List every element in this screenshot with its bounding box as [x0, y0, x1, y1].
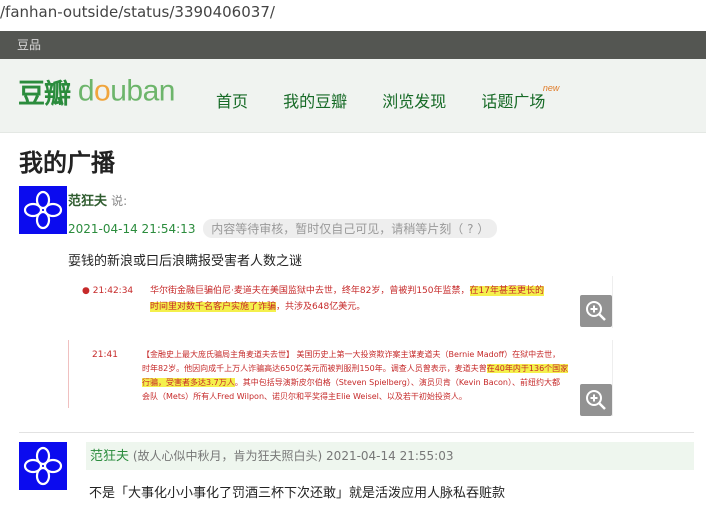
browser-url-bar[interactable]: /fanhan-outside/status/3390406037/	[0, 0, 706, 30]
clover-icon	[23, 190, 63, 230]
said-label: 说:	[111, 194, 128, 208]
status-image[interactable]: 21:41 【金融史上最大庞氏骗局主角麦道夫去世】 美国历史上第一大投资欺诈案主…	[68, 340, 613, 416]
douban-logo[interactable]: 豆瓣 douban	[18, 72, 175, 116]
status-timestamp[interactable]: 2021-04-14 21:54:13	[68, 222, 195, 236]
clover-icon	[23, 446, 63, 486]
reshared-status-header: 范狂夫 (故人心似中秋月，肯为狂夫照白头) 2021-04-14 21:55:0…	[86, 442, 694, 470]
site-nav-links: 首页 我的豆瓣 浏览发现 话题广场 new	[216, 83, 575, 112]
news-line-1: 华尔街金融巨骗伯尼·麦道夫在美国监狱中去世，终年82岁，曾被判150年监禁，在1…	[150, 286, 544, 296]
zoom-in-icon	[586, 301, 606, 321]
pending-review-badge[interactable]: 内容等待审核，暂时仅自己可见，请稍等片刻（ ? ）	[203, 219, 498, 238]
logo-en-text: douban	[70, 74, 176, 108]
author-link[interactable]: 范狂夫	[68, 194, 107, 209]
url-text: /fanhan-outside/status/3390406037/	[0, 3, 275, 21]
news-line-3: 行骗，受害者多达3.7万人。其中包括导演斯皮尔伯格（Steven Spielbe…	[142, 378, 560, 387]
zoom-button[interactable]	[580, 384, 612, 416]
news-line-1: 【金融史上最大庞氏骗局主角麦道夫去世】 美国历史上第一大投资欺诈案主谋麦道夫（B…	[142, 350, 561, 359]
status-divider	[19, 432, 694, 433]
site-nav: 豆瓣 douban 首页 我的豆瓣 浏览发现 话题广场 new	[0, 59, 706, 133]
nav-link-explore[interactable]: 浏览发现	[382, 92, 446, 111]
logo-cn-text: 豆瓣	[18, 79, 71, 110]
status-image[interactable]: ● 21:42:34 华尔街金融巨骗伯尼·麦道夫在美国监狱中去世，终年82岁，曾…	[68, 276, 613, 328]
zoom-in-icon	[586, 390, 606, 410]
global-nav-item-doupin[interactable]: 豆品	[17, 31, 41, 59]
nav-link-topics-label: 话题广场	[481, 92, 546, 111]
page-title: 我的广播	[19, 149, 115, 177]
news-line-4: 会队（Mets）所有人Fred Wilpon、诺贝尔和平奖得主Elie Weis…	[142, 392, 467, 401]
avatar[interactable]	[19, 186, 67, 234]
news-border	[68, 340, 69, 408]
author-signature: (故人心似中秋月，肯为狂夫照白头)	[132, 449, 323, 463]
avatar[interactable]	[19, 442, 67, 490]
news-line-2: 时年82岁。他因向成千上万人诈骗高达650亿美元而被判服刑150年。调查人员曾表…	[142, 364, 569, 373]
news-time: 21:41	[92, 350, 118, 360]
author-link[interactable]: 范狂夫	[90, 449, 129, 464]
zoom-button[interactable]	[580, 295, 612, 327]
status-text: 耍钱的新浪或曰后浪瞒报受害者人数之谜	[68, 254, 303, 269]
nav-link-topics[interactable]: 话题广场 new	[481, 83, 559, 111]
news-line-2: 时间里对数千名客户实施了诈骗，共涉及648亿美元。	[150, 302, 366, 312]
nav-link-home[interactable]: 首页	[216, 92, 248, 111]
status-timestamp[interactable]: 2021-04-14 21:55:03	[326, 449, 453, 463]
new-badge: new	[542, 83, 560, 93]
status-header: 范狂夫 说:	[68, 190, 127, 209]
nav-link-my-douban[interactable]: 我的豆瓣	[283, 92, 347, 111]
status-meta: 2021-04-14 21:54:13 内容等待审核，暂时仅自己可见，请稍等片刻…	[68, 219, 498, 238]
news-time: ● 21:42:34	[82, 286, 134, 296]
global-nav: 豆品	[0, 31, 706, 59]
status-text: 不是「大事化小小事化了罚酒三杯下次还敢」就是活泼应用人脉私吞赃款	[89, 486, 506, 501]
